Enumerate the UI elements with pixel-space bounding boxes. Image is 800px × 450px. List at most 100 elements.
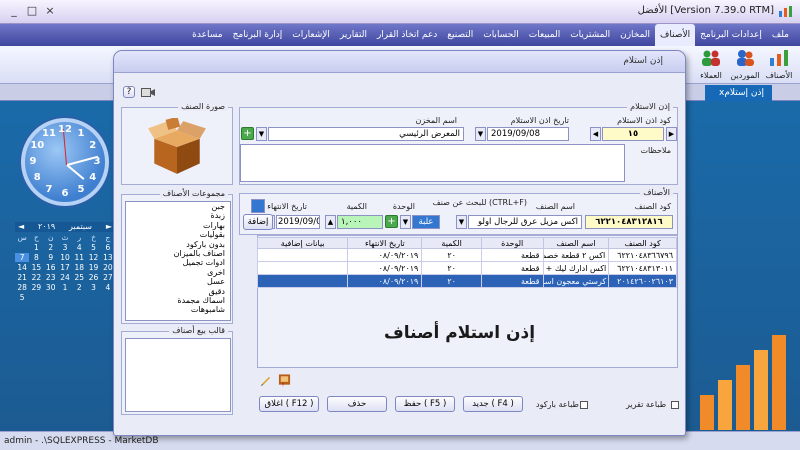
quantity-input[interactable]: ١,٠٠٠ xyxy=(337,215,383,229)
group-list-item[interactable]: اصناف بالميزان xyxy=(126,249,230,258)
calendar-day[interactable]: 5 xyxy=(86,243,100,252)
calendar-day[interactable]: 3 xyxy=(86,283,100,292)
calendar-day[interactable]: 25 xyxy=(72,273,86,282)
menu-notifications[interactable]: الإشعارات xyxy=(287,30,335,40)
expiry-date-input[interactable]: 2019/09/08 xyxy=(276,215,320,229)
add-store-button[interactable]: + xyxy=(241,127,254,140)
menu-manufacturing[interactable]: التصنيع xyxy=(442,30,478,40)
edit-pencil-icon[interactable] xyxy=(260,374,272,386)
item-name-dropdown-button[interactable]: ▼ xyxy=(456,215,467,229)
menu-file[interactable]: ملف xyxy=(767,30,794,40)
calendar-day[interactable]: 24 xyxy=(58,273,72,282)
table-cell[interactable]: ٠٨/٠٩/٢٠١٩ xyxy=(347,261,423,275)
calendar-day[interactable]: 22 xyxy=(29,273,43,282)
calendar-day[interactable]: 14 xyxy=(15,263,29,272)
calendar-day[interactable]: 17 xyxy=(58,263,72,272)
col-header-extra[interactable]: بيانات إضافية xyxy=(256,237,349,249)
table-cell[interactable]: ٢٠ xyxy=(421,248,482,262)
close-button[interactable]: × xyxy=(42,4,58,18)
calendar-day[interactable]: 23 xyxy=(44,273,58,282)
table-cell[interactable]: ٢٠ xyxy=(421,274,482,288)
calendar-day[interactable]: 9 xyxy=(44,253,58,262)
menu-help[interactable]: مساعدة xyxy=(187,30,227,40)
col-header-expiry[interactable]: تاريخ الانتهاء xyxy=(347,237,423,249)
calendar-day[interactable]: 12 xyxy=(86,253,100,262)
calendar-day[interactable]: 2 xyxy=(44,243,58,252)
code-next-button[interactable]: ◀ xyxy=(590,127,601,141)
group-list-item[interactable]: اخرى xyxy=(126,268,230,277)
notes-textarea[interactable] xyxy=(240,144,625,182)
calendar-day[interactable]: 30 xyxy=(44,283,58,292)
calendar-prev-icon[interactable]: ◄ xyxy=(18,222,24,232)
group-list-item[interactable]: اسماك مجمدة xyxy=(126,296,230,305)
ribbon-items-button[interactable]: الأصناف xyxy=(764,49,794,80)
code-prev-button[interactable]: ▶ xyxy=(666,127,677,141)
calendar-day[interactable]: 4 xyxy=(72,243,86,252)
video-icon[interactable] xyxy=(141,86,155,98)
save-button[interactable]: حفظ ( F5 ) xyxy=(395,396,455,412)
tab-receipt-permission[interactable]: xإذن إستلام xyxy=(704,85,772,101)
calendar-next-icon[interactable]: ► xyxy=(106,222,112,232)
table-cell[interactable]: ٢٠ xyxy=(421,261,482,275)
calendar-day[interactable]: 11 xyxy=(72,253,86,262)
calendar-day[interactable]: 8 xyxy=(29,253,43,262)
store-dropdown-button[interactable]: ▼ xyxy=(256,127,267,141)
col-header-qty[interactable]: الكمية xyxy=(421,237,482,249)
table-cell[interactable] xyxy=(256,274,349,288)
table-cell[interactable]: ٠٨/٠٩/٢٠١٩ xyxy=(347,274,423,288)
item-code-input[interactable]: ٦٢٢١٠٤٨٣١٢٨١٦ xyxy=(585,215,673,229)
group-list-item[interactable]: شامبوهات xyxy=(126,305,230,314)
table-cell[interactable]: قطعة xyxy=(480,261,544,275)
table-row[interactable]: ٦٢٢١٠٤٨٣٦٦٧٩٦اكس ٢ قطعة خصم ...قطعة٢٠٠٨/… xyxy=(256,248,677,262)
receipt-date-input[interactable]: 2019/09/08 xyxy=(487,127,569,141)
calendar-day[interactable]: 28 xyxy=(15,283,29,292)
calendar-day[interactable]: 19 xyxy=(86,263,100,272)
calendar-day[interactable]: 5 xyxy=(15,293,29,302)
table-cell[interactable]: كرستي معجون اسنا... xyxy=(542,274,610,288)
template-list[interactable] xyxy=(125,338,231,412)
new-button[interactable]: جديد ( F4 ) xyxy=(463,396,523,412)
calendar-day[interactable]: 3 xyxy=(58,243,72,252)
help-button[interactable]: ? xyxy=(123,86,135,98)
table-cell[interactable]: ٦٢٢١٠٤٨٣٦٦٧٩٦ xyxy=(608,248,677,262)
minimize-button[interactable]: _ xyxy=(6,4,22,18)
group-list-item[interactable]: بهارات xyxy=(126,221,230,230)
menu-accounts[interactable]: الحسابات xyxy=(478,30,524,40)
attachment-icon[interactable]: ? xyxy=(278,373,291,387)
col-header-unit[interactable]: الوحدة xyxy=(480,237,544,249)
table-cell[interactable]: ٠٨/٠٩/٢٠١٩ xyxy=(347,248,423,262)
groups-list[interactable]: جبن زبدة بهارات بقوليات بدون باركود اصناف بال… xyxy=(125,201,231,321)
group-list-item[interactable]: بدون باركود xyxy=(126,240,230,249)
calendar-day[interactable]: 10 xyxy=(58,253,72,262)
table-cell[interactable]: ٦٢٢١٠٤٨٣١٣٠١١ xyxy=(608,261,677,275)
maximize-button[interactable]: □ xyxy=(24,4,40,18)
date-dropdown-button[interactable]: ▼ xyxy=(475,127,486,141)
calendar-day[interactable]: 29 xyxy=(29,283,43,292)
menu-admin[interactable]: إدارة البرنامج xyxy=(228,30,288,40)
menu-sales[interactable]: المبيعات xyxy=(524,30,565,40)
menu-stores[interactable]: المخازن xyxy=(615,30,655,40)
table-cell[interactable]: اكس ادارك ليك + ... xyxy=(542,261,610,275)
calendar-day[interactable]: 16 xyxy=(44,263,58,272)
add-item-button[interactable]: إضافة xyxy=(243,214,273,230)
group-list-item[interactable]: زبدة xyxy=(126,211,230,220)
unit-dropdown-button[interactable]: ▼ xyxy=(400,215,411,229)
group-list-item[interactable]: بقوليات xyxy=(126,230,230,239)
calendar-day[interactable]: 1 xyxy=(29,243,43,252)
add-unit-button[interactable]: + xyxy=(385,215,398,228)
group-list-item[interactable]: عسل xyxy=(126,277,230,286)
calendar-day[interactable]: 2 xyxy=(72,283,86,292)
calendar-day[interactable]: 15 xyxy=(29,263,43,272)
calendar-day[interactable]: 26 xyxy=(86,273,100,282)
print-barcode-checkbox[interactable] xyxy=(580,401,588,409)
table-row[interactable]: ٦٢٢١٠٤٨٣١٣٠١١اكس ادارك ليك + ...قطعة٢٠٠٨… xyxy=(256,261,677,275)
receipt-code-input[interactable]: ١٥ xyxy=(602,127,664,141)
group-list-item[interactable]: جبن xyxy=(126,202,230,211)
store-select[interactable]: المعرض الرئيسي xyxy=(268,127,464,141)
menu-reports[interactable]: التقارير xyxy=(335,30,372,40)
table-cell[interactable]: اكس ٢ قطعة خصم ... xyxy=(542,248,610,262)
item-name-select[interactable]: اكس مزيل عرق للرجال اولو xyxy=(468,215,582,229)
col-header-name[interactable]: اسم الصنف xyxy=(542,237,610,249)
ribbon-suppliers-button[interactable]: الموردين xyxy=(730,49,760,80)
group-list-item[interactable]: دقيق xyxy=(126,287,230,296)
